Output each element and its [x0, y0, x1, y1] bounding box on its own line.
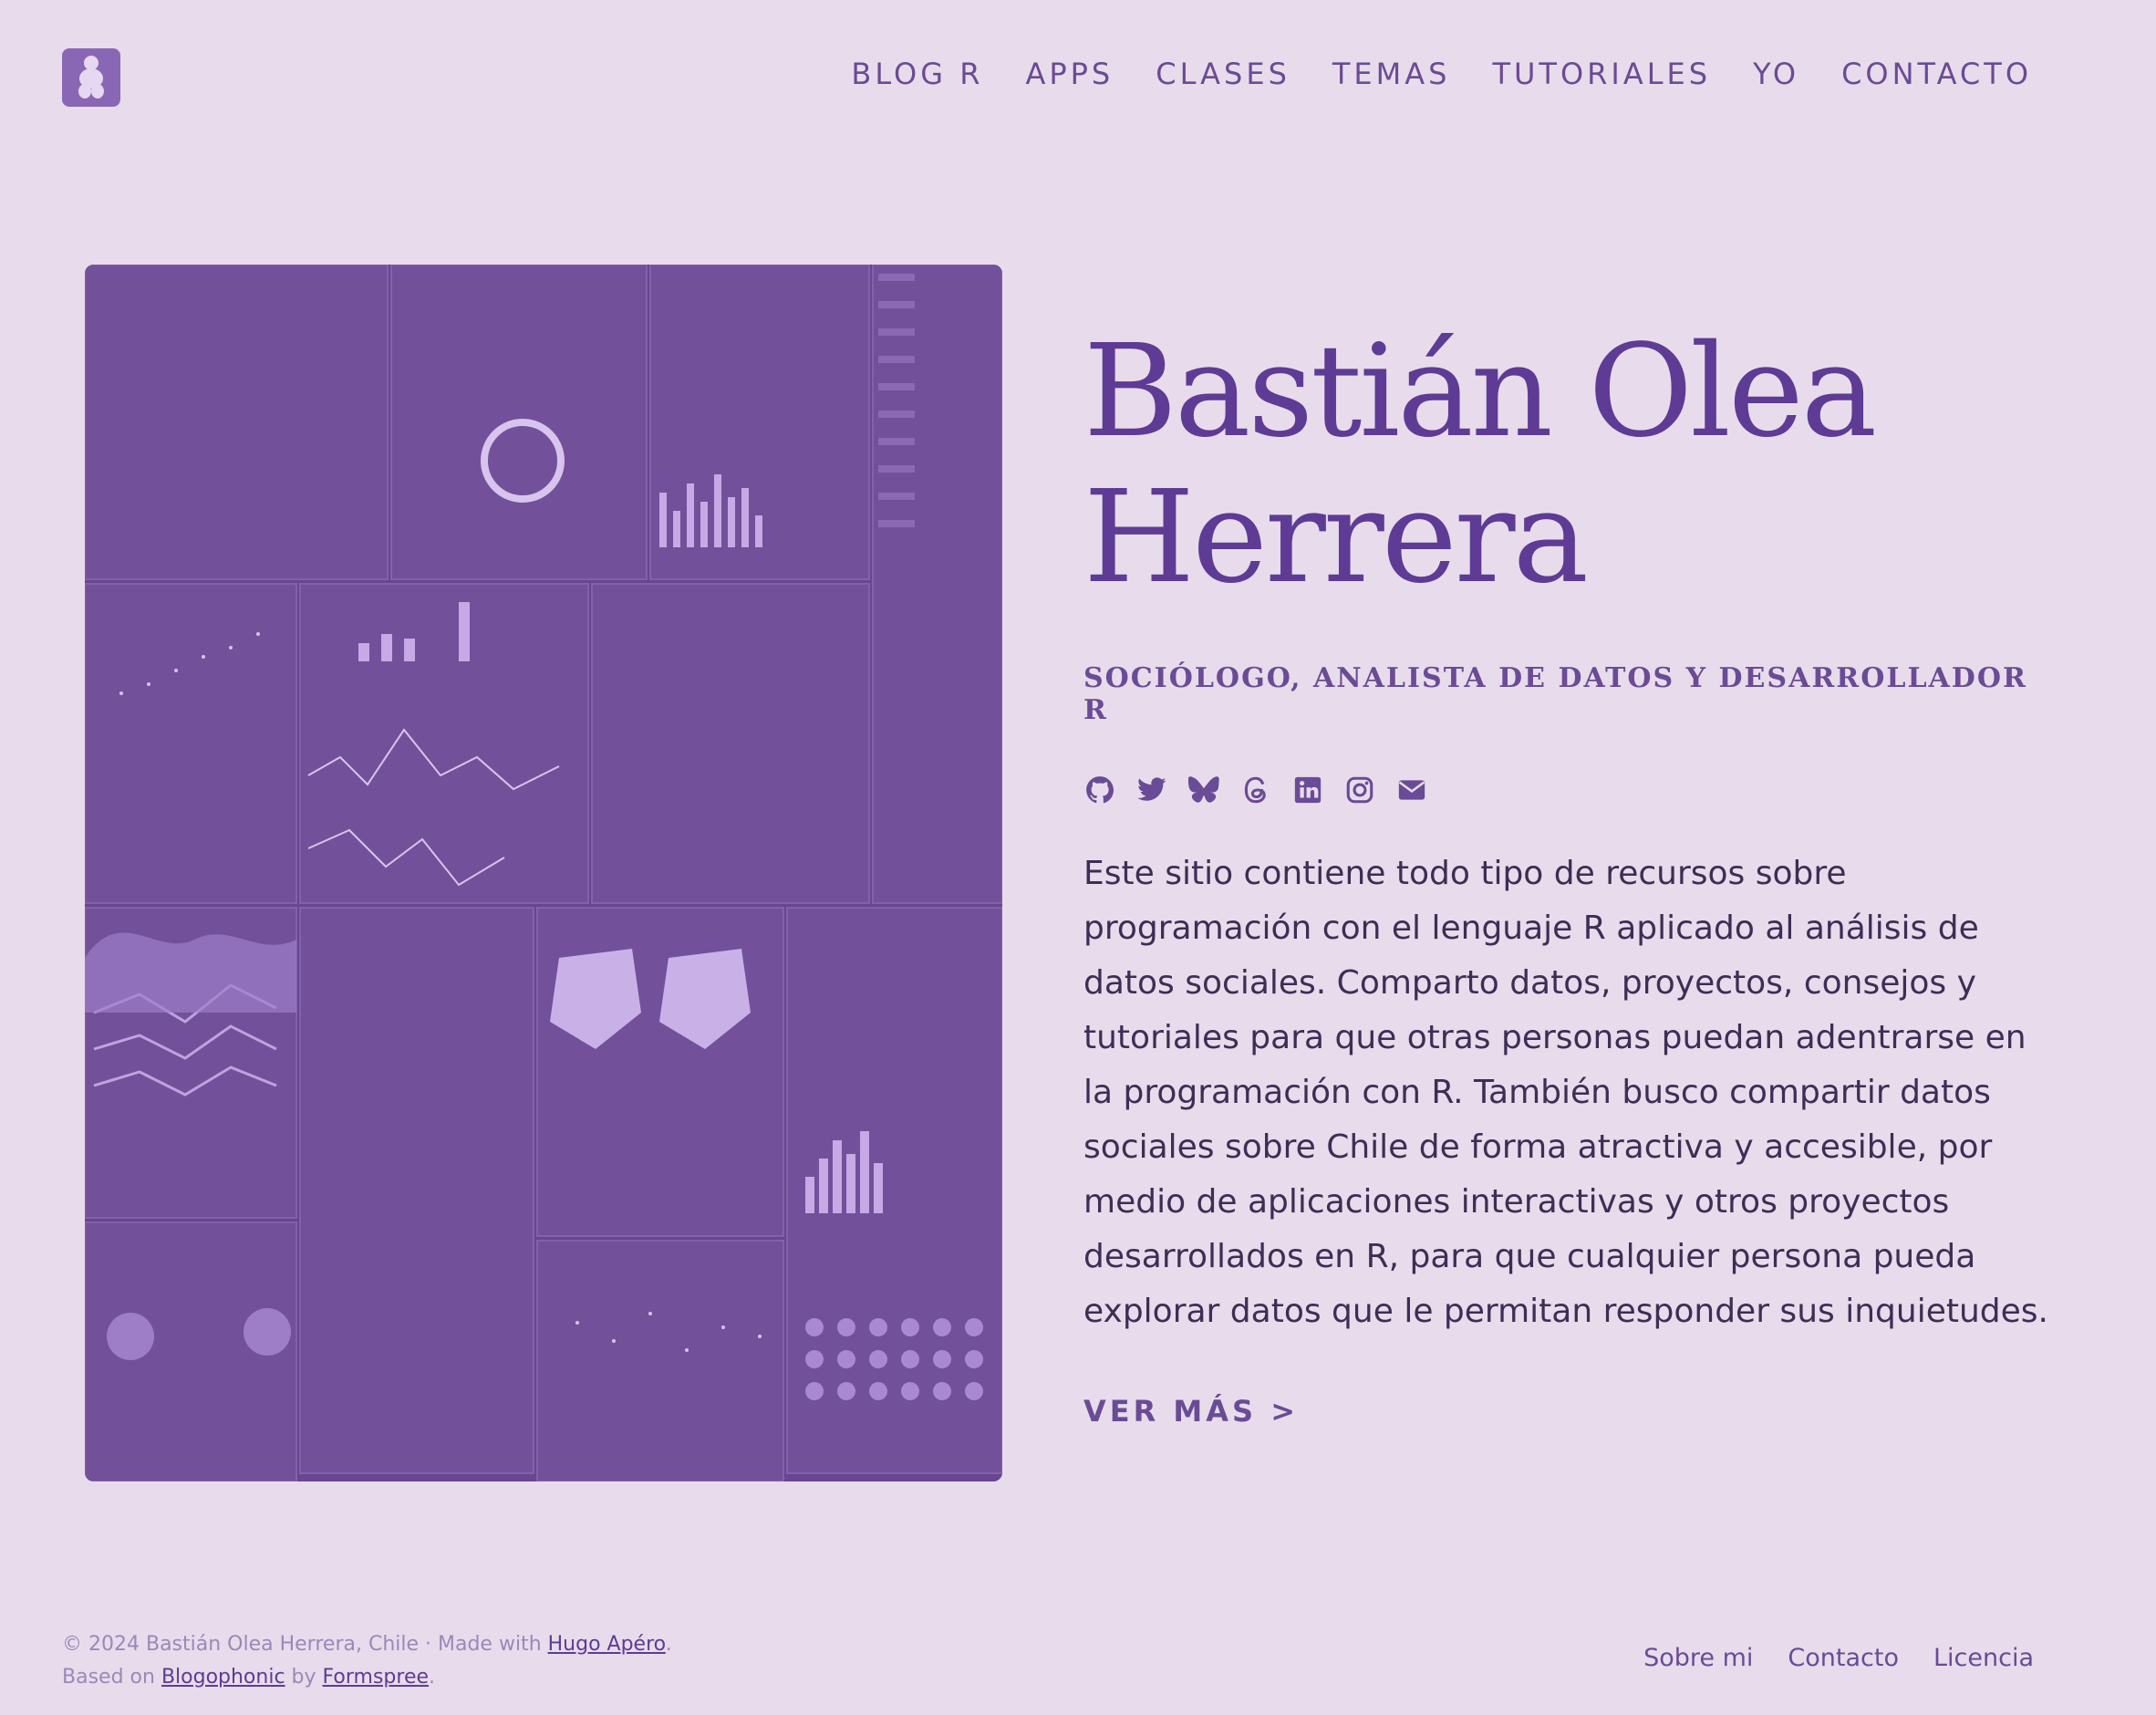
footer-nav: Sobre mi Contacto Licencia	[1643, 1644, 2034, 1672]
made-with-text: Made with	[438, 1633, 548, 1656]
nav-yo[interactable]: YO	[1753, 57, 1799, 91]
blogophonic-link[interactable]: Blogophonic	[161, 1666, 285, 1689]
github-icon[interactable]	[1083, 774, 1116, 806]
hero-collage-image	[85, 265, 1002, 1481]
main-nav: BLOG R APPS CLASES TEMAS TUTORIALES YO C…	[851, 57, 2032, 91]
title-line-2: Herrera	[1083, 463, 1589, 612]
footer-credits: © 2024 Bastián Olea Herrera, Chile · Mad…	[62, 1633, 672, 1689]
site-logo[interactable]	[62, 48, 120, 107]
footer-link-licencia[interactable]: Licencia	[1933, 1644, 2034, 1672]
nav-clases[interactable]: CLASES	[1156, 57, 1290, 91]
threads-icon[interactable]	[1239, 774, 1272, 806]
ver-mas-link[interactable]: VER MÁS >	[1083, 1394, 1299, 1429]
nav-apps[interactable]: APPS	[1025, 57, 1114, 91]
hugo-apero-link[interactable]: Hugo Apéro	[548, 1633, 666, 1656]
bluesky-icon[interactable]	[1187, 774, 1220, 806]
formspree-link[interactable]: Formspree	[323, 1666, 429, 1689]
intro-section: Bastián Olea Herrera SOCIÓLOGO, ANALISTA…	[1083, 319, 2050, 1429]
twitter-icon[interactable]	[1135, 774, 1168, 806]
nav-tutoriales[interactable]: TUTORIALES	[1492, 57, 1711, 91]
email-icon[interactable]	[1395, 774, 1428, 806]
by-text: by	[285, 1666, 323, 1689]
footer-separator: ·	[419, 1633, 438, 1656]
nav-blog-r[interactable]: BLOG R	[851, 57, 983, 91]
nav-temas[interactable]: TEMAS	[1332, 57, 1451, 91]
footer-link-contacto[interactable]: Contacto	[1788, 1644, 1899, 1672]
page-title: Bastián Olea Herrera	[1083, 319, 2050, 611]
footer-link-sobre-mi[interactable]: Sobre mi	[1643, 1644, 1753, 1672]
page-subtitle: SOCIÓLOGO, ANALISTA DE DATOS Y DESARROLL…	[1083, 662, 2027, 726]
nav-contacto[interactable]: CONTACTO	[1841, 57, 2032, 91]
figurine-icon	[78, 56, 104, 99]
title-line-1: Bastián Olea	[1083, 317, 1877, 466]
copyright-text: © 2024 Bastián Olea Herrera, Chile	[62, 1633, 420, 1656]
bio-paragraph: Este sitio contiene todo tipo de recurso…	[1083, 855, 2048, 1330]
social-links	[1083, 774, 2050, 806]
linkedin-icon[interactable]	[1291, 774, 1324, 806]
based-on-text: Based on	[62, 1666, 161, 1689]
instagram-icon[interactable]	[1343, 774, 1376, 806]
